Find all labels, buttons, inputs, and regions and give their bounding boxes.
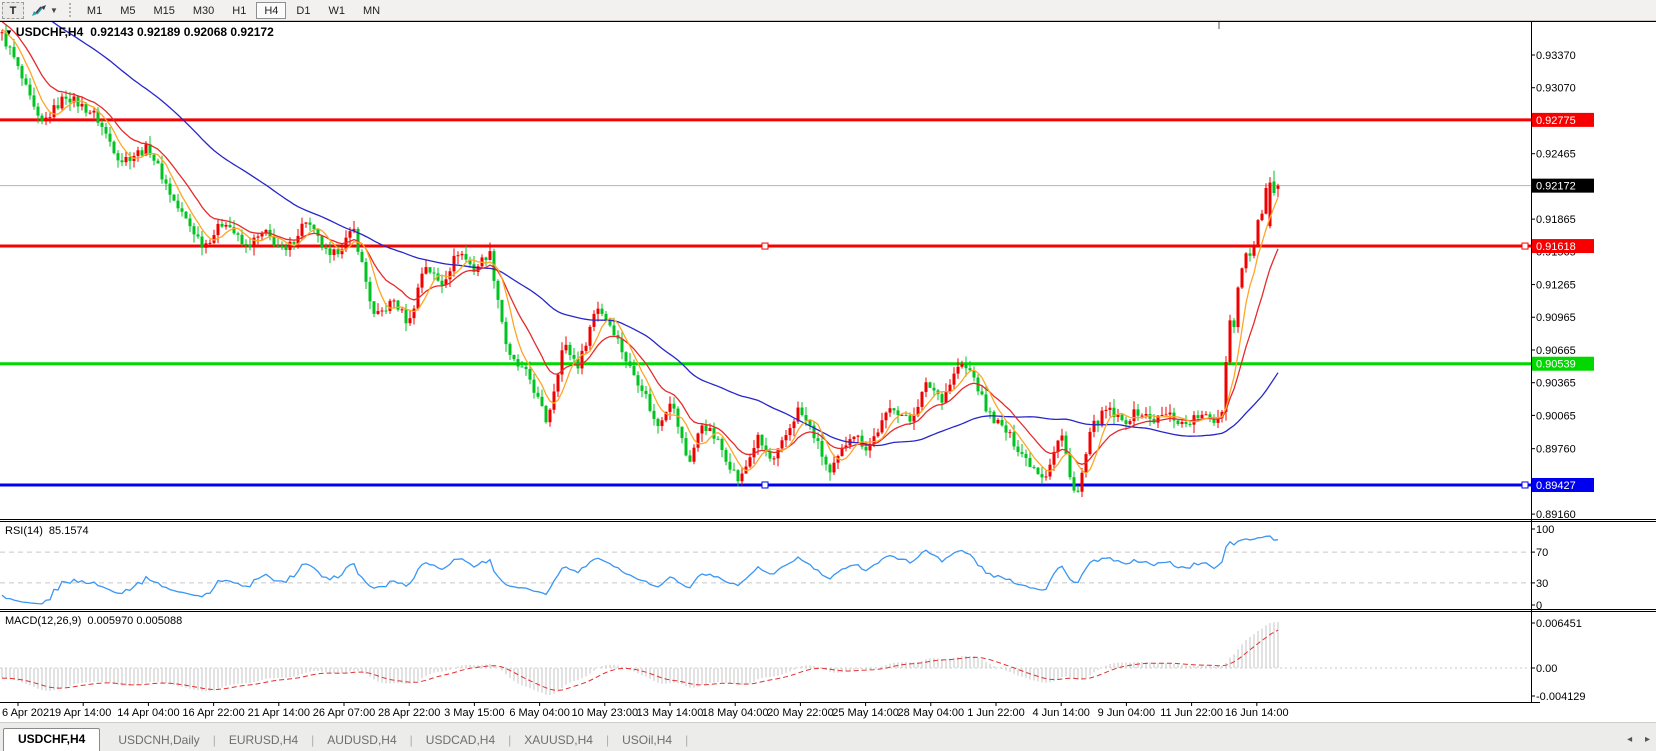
svg-text:16 Apr 22:00: 16 Apr 22:00	[182, 707, 244, 719]
svg-text:0.90065: 0.90065	[1536, 410, 1576, 422]
svg-text:0.91865: 0.91865	[1536, 214, 1576, 226]
svg-text:0.90965: 0.90965	[1536, 312, 1576, 324]
main-price-pane[interactable]	[0, 0, 1531, 497]
tab-separator: |	[311, 733, 314, 747]
tab-separator: |	[685, 733, 688, 747]
ma-line-slow	[2, 0, 1278, 446]
chart-ohlc-values: 0.92143 0.92189 0.92068 0.92172	[90, 25, 274, 39]
svg-text:16 Jun 14:00: 16 Jun 14:00	[1225, 707, 1289, 719]
chart-symbol: USDCHF,H4	[16, 25, 83, 39]
ma-line-medium	[2, 22, 1278, 465]
svg-text:0.92465: 0.92465	[1536, 149, 1576, 161]
tab-audusd-h4[interactable]: AUDUSD,H4	[315, 730, 408, 751]
svg-text:9 Apr 14:00: 9 Apr 14:00	[55, 707, 111, 719]
svg-text:0.89760: 0.89760	[1536, 444, 1576, 456]
rsi-line	[2, 536, 1278, 604]
tab-separator: |	[606, 733, 609, 747]
svg-text:30: 30	[1536, 578, 1548, 590]
svg-text:0.90365: 0.90365	[1536, 378, 1576, 390]
svg-text:20 May 22:00: 20 May 22:00	[767, 707, 834, 719]
macd-histogram	[2, 622, 1278, 695]
svg-text:6 May 04:00: 6 May 04:00	[509, 707, 570, 719]
chart-canvas[interactable]: 0.933700.930700.924650.918650.915650.912…	[0, 0, 1656, 722]
svg-text:9 Jun 04:00: 9 Jun 04:00	[1098, 707, 1156, 719]
svg-text:26 Apr 07:00: 26 Apr 07:00	[313, 707, 375, 719]
macd-label: MACD(12,26,9) 0.005970 0.005088	[5, 615, 182, 627]
tab-bar: USDCHF,H4USDCNH,Daily|EURUSD,H4|AUDUSD,H…	[0, 722, 1656, 751]
svg-text:1 Jun 22:00: 1 Jun 22:00	[967, 707, 1025, 719]
svg-text:11 Jun 22:00: 11 Jun 22:00	[1160, 707, 1223, 719]
svg-text:21 Apr 14:00: 21 Apr 14:00	[248, 707, 310, 719]
tab-scroll-right-button[interactable]: ▸	[1645, 734, 1650, 745]
tab-usdcnh-daily[interactable]: USDCNH,Daily	[106, 730, 211, 751]
svg-text:0.92775: 0.92775	[1536, 115, 1576, 127]
mt4-terminal: T ▼ M1M5M15M30H1H4D1W1MN 0.933700.930700…	[0, 0, 1656, 751]
svg-text:0: 0	[1536, 600, 1542, 612]
svg-text:0.89160: 0.89160	[1536, 509, 1576, 521]
svg-text:14 Apr 04:00: 14 Apr 04:00	[117, 707, 179, 719]
svg-text:18 May 04:00: 18 May 04:00	[702, 707, 769, 719]
chart-shift-marker	[1218, 22, 1220, 29]
svg-text:13 May 14:00: 13 May 14:00	[637, 707, 704, 719]
tab-scroll-arrows: ◂ ▸	[1617, 734, 1650, 745]
svg-text:25 May 14:00: 25 May 14:00	[832, 707, 899, 719]
tab-usdchf-h4[interactable]: USDCHF,H4	[3, 728, 100, 751]
tab-eurusd-h4[interactable]: EURUSD,H4	[217, 730, 310, 751]
svg-text:0.89427: 0.89427	[1536, 480, 1576, 492]
price-axis[interactable]: 0.933700.930700.924650.918650.915650.912…	[1531, 50, 1594, 703]
svg-text:4 Jun 14:00: 4 Jun 14:00	[1032, 707, 1090, 719]
svg-text:100: 100	[1536, 524, 1554, 536]
svg-text:0.90665: 0.90665	[1536, 345, 1576, 357]
rsi-title: RSI(14)	[5, 525, 43, 537]
ma-line-fast	[2, 29, 1278, 473]
svg-text:0.006451: 0.006451	[1536, 618, 1582, 630]
tab-separator: |	[508, 733, 511, 747]
svg-text:0.92172: 0.92172	[1536, 181, 1576, 193]
tab-usdcad-h4[interactable]: USDCAD,H4	[414, 730, 507, 751]
chart-header: ▼USDCHF,H4 0.92143 0.92189 0.92068 0.9217…	[5, 25, 274, 39]
svg-text:-0.004129: -0.004129	[1536, 691, 1586, 703]
rsi-label: RSI(14) 85.1574	[5, 525, 89, 537]
hline-handle[interactable]	[762, 243, 768, 249]
hline-handle[interactable]	[1522, 482, 1528, 488]
candlestick-series	[1, 24, 1280, 497]
svg-text:70: 70	[1536, 547, 1548, 559]
tab-usoil-h4[interactable]: USOil,H4	[610, 730, 684, 751]
tab-separator: |	[213, 733, 216, 747]
macd-signal-line	[2, 630, 1278, 690]
svg-text:0.00: 0.00	[1536, 663, 1557, 675]
svg-text:28 May 04:00: 28 May 04:00	[897, 707, 964, 719]
tab-separator: |	[410, 733, 413, 747]
svg-text:0.93370: 0.93370	[1536, 50, 1576, 62]
macd-pane[interactable]	[0, 622, 1531, 695]
pane-borders	[0, 21, 1656, 703]
hline-handle[interactable]	[762, 482, 768, 488]
rsi-value: 85.1574	[49, 525, 89, 537]
svg-text:0.91618: 0.91618	[1536, 241, 1576, 253]
tab-scroll-left-button[interactable]: ◂	[1627, 734, 1632, 745]
chart-tabs: USDCHF,H4USDCNH,Daily|EURUSD,H4|AUDUSD,H…	[3, 728, 1656, 751]
svg-text:28 Apr 22:00: 28 Apr 22:00	[378, 707, 440, 719]
svg-text:0.93070: 0.93070	[1536, 83, 1576, 95]
svg-text:0.91265: 0.91265	[1536, 279, 1576, 291]
macd-title: MACD(12,26,9)	[5, 615, 81, 627]
macd-values: 0.005970 0.005088	[87, 615, 182, 627]
time-axis[interactable]: 6 Apr 20219 Apr 14:00 14 Apr 04:0016 Apr …	[2, 702, 1289, 719]
svg-text:3 May 15:00: 3 May 15:00	[444, 707, 505, 719]
svg-text:10 May 23:00: 10 May 23:00	[571, 707, 638, 719]
svg-text:6 Apr 2021: 6 Apr 2021	[2, 707, 55, 719]
svg-text:0.90539: 0.90539	[1536, 359, 1576, 371]
hline-handle[interactable]	[1522, 243, 1528, 249]
collapse-triangle-icon[interactable]: ▼	[5, 28, 13, 37]
tab-xauusd-h4[interactable]: XAUUSD,H4	[512, 730, 605, 751]
rsi-pane[interactable]	[0, 536, 1531, 604]
